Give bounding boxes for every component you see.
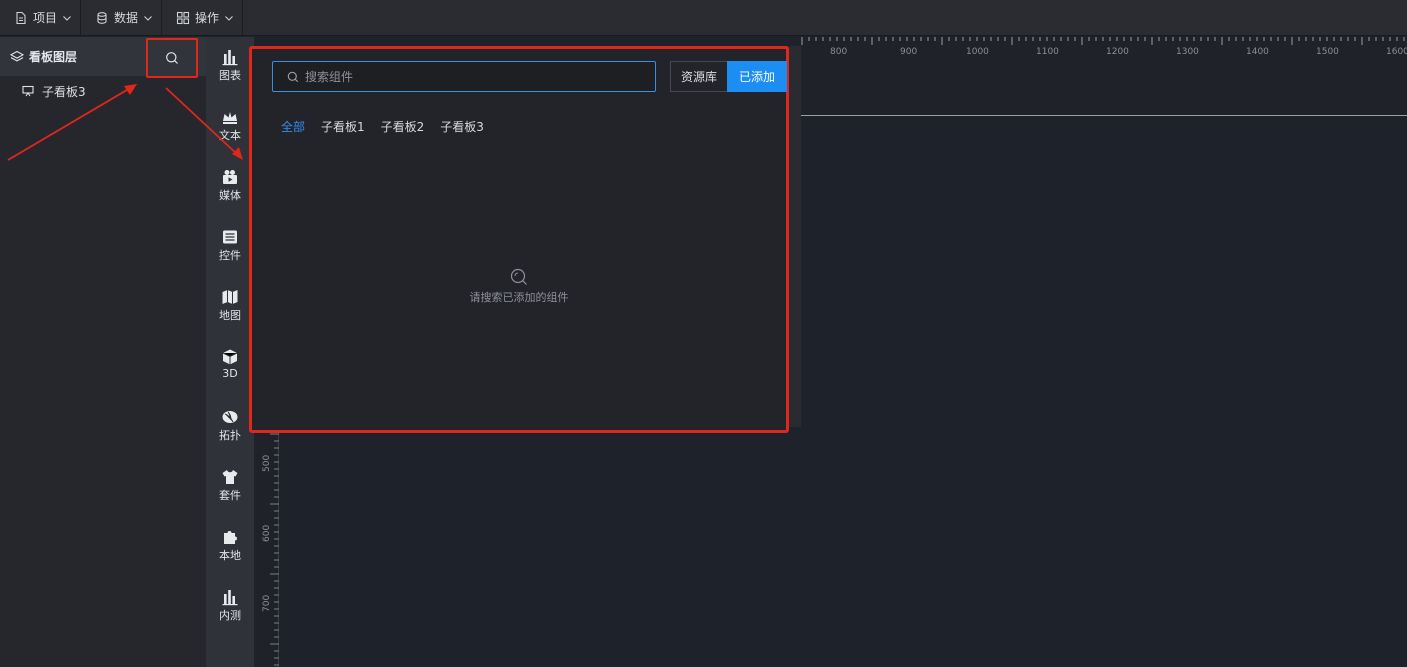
layer-item[interactable]: 子看板3 — [0, 76, 206, 106]
file-icon — [14, 11, 28, 25]
category-label: 图表 — [219, 69, 241, 82]
bar-chart-icon — [221, 588, 239, 606]
list-icon — [221, 228, 239, 246]
category-label: 地图 — [219, 309, 241, 322]
ruler-label: 1600 — [1386, 47, 1407, 57]
category-map[interactable]: 地图 — [206, 288, 254, 328]
puzzle-icon — [221, 528, 239, 546]
tab-board-2[interactable]: 子看板2 — [381, 118, 425, 135]
chevron-down-icon — [143, 13, 153, 23]
canvas-left-ruler: 500 600 700 — [254, 430, 279, 667]
category-controls[interactable]: 控件 — [206, 228, 254, 268]
search-icon — [287, 71, 299, 83]
ruler-label: 1500 — [1316, 47, 1339, 57]
crown-text-icon — [221, 108, 239, 126]
ruler-label: 1300 — [1176, 47, 1199, 57]
menu-operation-label: 操作 — [195, 11, 220, 25]
grid-icon — [176, 11, 190, 25]
library-button[interactable]: 资源库 — [670, 61, 727, 92]
layer-search-button[interactable] — [146, 38, 198, 78]
chevron-down-icon — [62, 13, 72, 23]
category-local[interactable]: 本地 — [206, 528, 254, 568]
component-search-input[interactable] — [305, 69, 635, 84]
component-search-popup: 资源库 已添加 全部 子看板1 子看板2 子看板3 请搜索已添加的组件 — [249, 46, 789, 433]
category-bar: 图表 文本 媒体 控件 地图 3D 拓扑 套件 本地 内测 — [206, 37, 254, 667]
topology-icon — [221, 408, 239, 426]
ruler-label: 1200 — [1106, 47, 1129, 57]
category-label: 控件 — [219, 249, 241, 262]
category-label: 媒体 — [219, 189, 241, 202]
empty-state-text: 请搜索已添加的组件 — [469, 291, 569, 304]
cube-icon — [221, 348, 239, 366]
component-search-field[interactable] — [272, 61, 656, 92]
ruler-label: 500 — [262, 454, 272, 472]
layers-title: 看板图层 — [29, 50, 78, 64]
ruler-label: 1100 — [1036, 47, 1059, 57]
map-icon — [221, 288, 239, 306]
added-button[interactable]: 已添加 — [727, 61, 787, 92]
ruler-label: 600 — [262, 524, 272, 542]
layers-panel: 看板图层 子看板3 — [0, 37, 206, 667]
category-label: 拓扑 — [219, 429, 241, 442]
chevron-down-icon — [224, 13, 234, 23]
category-label: 文本 — [219, 129, 241, 142]
menu-data[interactable]: 数据 — [81, 0, 163, 36]
category-3d[interactable]: 3D — [206, 348, 254, 388]
search-icon — [165, 51, 179, 65]
search-icon — [509, 267, 529, 287]
shirt-icon — [221, 468, 239, 486]
category-topology[interactable]: 拓扑 — [206, 408, 254, 448]
menu-operation[interactable]: 操作 — [162, 0, 244, 36]
ruler-label: 1000 — [966, 47, 989, 57]
ruler-label: 1400 — [1246, 47, 1269, 57]
ruler-label: 900 — [900, 47, 918, 57]
camera-icon — [221, 168, 239, 186]
ruler-label: 700 — [262, 594, 272, 612]
bar-chart-icon — [221, 48, 239, 66]
ruler-label: 800 — [830, 47, 848, 57]
canvas-top-edge — [790, 115, 1407, 116]
category-media[interactable]: 媒体 — [206, 168, 254, 208]
tab-board-3[interactable]: 子看板3 — [440, 118, 484, 135]
layers-icon — [10, 50, 24, 64]
tab-all[interactable]: 全部 — [281, 118, 305, 135]
category-label: 3D — [222, 367, 238, 380]
menu-data-label: 数据 — [114, 11, 139, 25]
top-toolbar: 项目 数据 操作 — [0, 0, 1407, 36]
monitor-icon — [22, 85, 34, 97]
category-label: 内测 — [219, 609, 241, 622]
category-beta[interactable]: 内测 — [206, 588, 254, 628]
category-label: 套件 — [219, 489, 241, 502]
category-kit[interactable]: 套件 — [206, 468, 254, 508]
empty-state: 请搜索已添加的组件 — [252, 267, 786, 305]
category-text[interactable]: 文本 — [206, 108, 254, 148]
board-tabs: 全部 子看板1 子看板2 子看板3 — [281, 118, 500, 135]
tab-board-1[interactable]: 子看板1 — [321, 118, 365, 135]
database-icon — [95, 11, 109, 25]
ruler-ticks — [801, 37, 1405, 45]
canvas-top-ruler: 800 900 1000 1100 1200 1300 1400 1500 16… — [790, 37, 1407, 117]
source-toggle: 资源库 已添加 — [670, 61, 787, 92]
category-chart[interactable]: 图表 — [206, 48, 254, 88]
menu-project-label: 项目 — [33, 11, 58, 25]
menu-project[interactable]: 项目 — [0, 0, 82, 36]
layers-header: 看板图层 — [0, 37, 206, 78]
layer-item-label: 子看板3 — [42, 84, 86, 99]
category-label: 本地 — [219, 549, 241, 562]
